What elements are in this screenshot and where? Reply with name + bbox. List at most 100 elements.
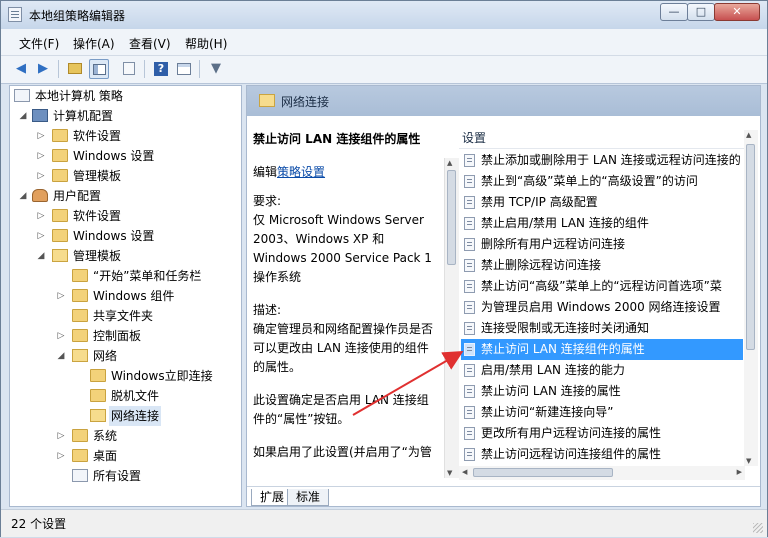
expand-arrow-icon[interactable]: ▷ xyxy=(56,426,66,446)
tree-label: Windows立即连接 xyxy=(111,369,213,383)
expand-arrow-icon[interactable]: ▷ xyxy=(36,166,46,186)
scroll-left-icon[interactable]: ◀ xyxy=(462,468,467,476)
folder-icon xyxy=(72,329,88,342)
back-arrow-icon[interactable]: ◀ xyxy=(11,59,31,79)
help-icon[interactable]: ? xyxy=(151,59,171,79)
expand-arrow-icon[interactable]: ▷ xyxy=(36,206,46,226)
setting-label: 禁止访问 LAN 连接的属性 xyxy=(481,384,621,398)
expand-arrow-icon[interactable]: ▷ xyxy=(36,226,46,246)
open-folder-icon xyxy=(259,94,275,107)
export-list-icon[interactable] xyxy=(119,59,139,79)
scroll-thumb[interactable] xyxy=(746,144,755,350)
list-item[interactable]: 禁止启用/禁用 LAN 连接的组件 xyxy=(461,213,743,234)
list-horizontal-scrollbar[interactable]: ◀ ▶ xyxy=(459,466,745,480)
menu-file[interactable]: 文件(F) xyxy=(19,35,59,52)
show-hide-tree-icon[interactable] xyxy=(89,59,109,79)
setting-label: 删除所有用户远程访问连接 xyxy=(481,237,626,251)
filter-icon[interactable]: ▼ xyxy=(206,59,226,79)
scroll-up-icon[interactable]: ▲ xyxy=(746,131,751,139)
folder-icon xyxy=(72,449,88,462)
tree-label: 控制面板 xyxy=(93,329,142,343)
scroll-down-icon[interactable]: ▼ xyxy=(746,457,751,465)
status-bar: 22 个设置 xyxy=(1,509,767,537)
tree-label: 网络 xyxy=(93,349,118,363)
list-item[interactable]: 禁止访问远程访问连接组件的属性 xyxy=(461,444,743,465)
folder-icon xyxy=(72,429,88,442)
list-item[interactable]: 连接受限制或无连接时关闭通知 xyxy=(461,318,743,339)
resize-grip-icon[interactable] xyxy=(753,523,763,533)
tree-label: 共享文件夹 xyxy=(93,309,154,323)
title-bar[interactable]: 本地组策略编辑器 — □ ✕ xyxy=(1,1,767,29)
expand-arrow-icon[interactable]: ▷ xyxy=(56,326,66,346)
list-vertical-scrollbar[interactable]: ▲ ▼ xyxy=(744,130,758,466)
gpedit-window: 本地组策略编辑器 — □ ✕ 文件(F) 操作(A) 查看(V) 帮助(H) ◀… xyxy=(0,0,768,537)
menu-help[interactable]: 帮助(H) xyxy=(185,35,227,52)
list-item[interactable]: 禁止访问 LAN 连接的属性 xyxy=(461,381,743,402)
list-item[interactable]: 更改所有用户远程访问连接的属性 xyxy=(461,423,743,444)
setting-icon xyxy=(464,280,475,293)
setting-icon xyxy=(464,154,475,167)
expand-arrow-icon[interactable]: ▷ xyxy=(36,146,46,166)
window-title: 本地组策略编辑器 xyxy=(29,9,126,23)
expand-arrow-icon[interactable]: ▷ xyxy=(36,126,46,146)
list-item[interactable]: 为管理员启用 Windows 2000 网络连接设置 xyxy=(461,297,743,318)
list-item[interactable]: 启用/禁用 LAN 连接的能力 xyxy=(461,360,743,381)
setting-icon xyxy=(464,448,475,461)
setting-label: 更改所有用户远程访问连接的属性 xyxy=(481,426,662,440)
setting-label: 禁止启用/禁用 LAN 连接的组件 xyxy=(481,216,649,230)
expand-arrow-icon[interactable]: ▷ xyxy=(56,446,66,466)
tree-label: Windows 组件 xyxy=(93,289,175,303)
list-item[interactable]: 禁止访问“新建连接向导” xyxy=(461,402,743,423)
scroll-up-icon[interactable]: ▲ xyxy=(447,159,452,167)
list-item[interactable]: 禁止访问“高级”菜单上的“远程访问首选项”菜 xyxy=(461,276,743,297)
collapse-arrow-icon[interactable]: ◢ xyxy=(18,186,28,206)
scroll-down-icon[interactable]: ▼ xyxy=(447,469,452,477)
tree-label: 网络连接 xyxy=(109,406,162,426)
collapse-arrow-icon[interactable]: ◢ xyxy=(36,246,46,266)
collapse-arrow-icon[interactable]: ◢ xyxy=(56,346,66,366)
list-item[interactable]: 删除所有用户远程访问连接 xyxy=(461,234,743,255)
requirements-label: 要求: xyxy=(253,194,282,208)
list-item[interactable]: 禁止到“高级”菜单上的“高级设置”的访问 xyxy=(461,171,743,192)
setting-icon xyxy=(464,364,475,377)
setting-label: 启用/禁用 LAN 连接的能力 xyxy=(481,363,625,377)
scroll-thumb[interactable] xyxy=(447,170,456,265)
scroll-thumb[interactable] xyxy=(473,468,613,477)
menu-action[interactable]: 操作(A) xyxy=(73,35,115,52)
folder-icon xyxy=(52,229,68,242)
edit-policy-link[interactable]: 策略设置 xyxy=(277,165,325,179)
setting-icon xyxy=(464,427,475,440)
expand-arrow-icon[interactable]: ▷ xyxy=(56,286,66,306)
minimize-button[interactable]: — xyxy=(660,3,688,21)
list-item[interactable]: 禁止添加或删除用于 LAN 连接或远程访问连接的 xyxy=(461,150,743,171)
description-text-3: 如果启用了此设置(并启用了“为管 xyxy=(253,445,432,459)
details-header-title: 网络连接 xyxy=(281,95,330,109)
tree-label: 计算机配置 xyxy=(53,109,114,123)
properties-icon[interactable] xyxy=(174,59,194,79)
menu-view[interactable]: 查看(V) xyxy=(129,35,171,52)
close-button[interactable]: ✕ xyxy=(714,3,760,21)
tree-label: 管理模板 xyxy=(73,249,122,263)
setting-icon xyxy=(464,343,475,356)
column-header-setting[interactable]: 设置 xyxy=(462,129,486,146)
list-item-selected[interactable]: 禁止访问 LAN 连接组件的属性 xyxy=(461,339,743,360)
forward-arrow-icon[interactable]: ▶ xyxy=(33,59,53,79)
tree-label: 本地计算机 策略 xyxy=(35,89,123,103)
tree-label: 管理模板 xyxy=(73,169,122,183)
setting-icon xyxy=(464,196,475,209)
collapse-arrow-icon[interactable]: ◢ xyxy=(18,106,28,126)
scroll-right-icon[interactable]: ▶ xyxy=(737,468,742,476)
setting-label: 禁止到“高级”菜单上的“高级设置”的访问 xyxy=(481,174,698,188)
description-scrollbar[interactable]: ▲ ▼ xyxy=(444,158,459,478)
list-item[interactable]: 禁止删除远程访问连接 xyxy=(461,255,743,276)
requirements-text: 仅 Microsoft Windows Server 2003、Windows … xyxy=(253,213,432,284)
tab-standard[interactable]: 标准 xyxy=(287,489,330,506)
open-folder-icon xyxy=(52,249,68,262)
setting-icon xyxy=(464,385,475,398)
view-tabs: 扩展 标准 xyxy=(247,486,760,506)
maximize-button[interactable]: □ xyxy=(687,3,715,21)
list-item[interactable]: 禁用 TCP/IP 高级配置 xyxy=(461,192,743,213)
up-folder-icon[interactable] xyxy=(65,59,85,79)
folder-icon xyxy=(52,169,68,182)
tree-label: 脱机文件 xyxy=(111,389,160,403)
